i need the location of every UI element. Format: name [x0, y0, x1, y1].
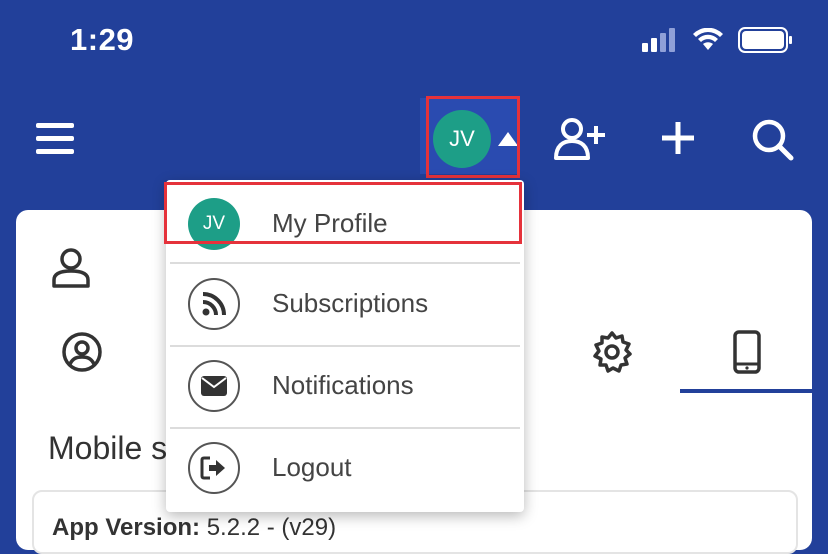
highlight-box-avatar [426, 96, 520, 178]
menu-item-label: Subscriptions [272, 288, 429, 318]
status-bar: 1:29 [0, 0, 828, 80]
app-version: App Version: 5.2.2 - (v29) [52, 514, 336, 542]
plus-icon[interactable] [660, 120, 696, 156]
menu-item-logout[interactable]: Logout [166, 428, 524, 510]
tab-settings-icon[interactable] [590, 330, 634, 374]
battery-icon [738, 27, 792, 53]
rss-icon [188, 278, 240, 330]
envelope-icon [188, 360, 240, 412]
app-version-label: App Version: [52, 514, 201, 541]
user-icon [52, 248, 90, 288]
status-icons [642, 26, 794, 54]
tab-mobile-icon[interactable] [732, 330, 762, 374]
app-version-value: 5.2.2 - (v29) [206, 514, 337, 541]
highlight-box-my-profile [164, 182, 522, 244]
section-title: Mobile s [48, 430, 168, 466]
add-user-icon[interactable] [554, 118, 608, 162]
logout-icon [188, 442, 240, 494]
wifi-icon [693, 28, 723, 50]
status-time: 1:29 [70, 22, 135, 57]
menu-item-label: Notifications [272, 370, 414, 400]
search-icon[interactable] [751, 118, 795, 162]
menu-item-label: Logout [272, 452, 352, 482]
signal-icon [642, 28, 675, 52]
menu-icon[interactable] [36, 123, 76, 155]
active-tab-indicator [680, 389, 812, 393]
app-header [0, 80, 828, 193]
menu-item-notifications[interactable]: Notifications [166, 346, 524, 428]
menu-item-subscriptions[interactable]: Subscriptions [166, 264, 524, 346]
tab-profile-icon[interactable] [60, 330, 104, 374]
